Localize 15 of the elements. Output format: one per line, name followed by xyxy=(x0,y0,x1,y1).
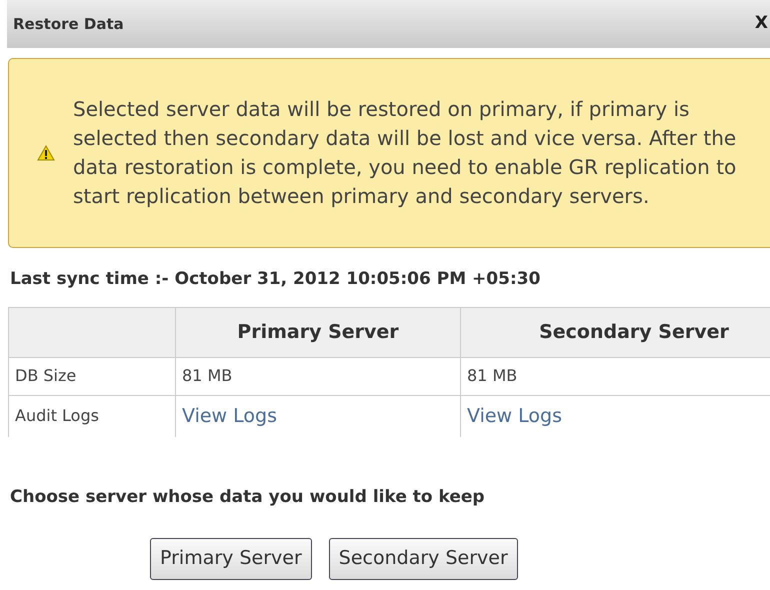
window-title: Restore Data xyxy=(13,14,124,35)
view-logs-link[interactable]: View Logs xyxy=(467,405,562,427)
view-logs-link[interactable]: View Logs xyxy=(182,405,277,427)
warning-message: Selected server data will be restored on primary, if primary is selected then secondary data will be lost and vice versa. After the data restoration is complete, you need to enable GR replication to start replication between primary and secondary servers. xyxy=(73,96,738,210)
server-choice-button[interactable]: Primary Server xyxy=(150,538,312,580)
warning-icon xyxy=(37,145,55,161)
table-cell: 81 MB xyxy=(176,357,460,395)
column-header: Primary Server xyxy=(176,307,460,357)
column-header: Secondary Server xyxy=(460,307,770,357)
instruction-text: Choose server whose data you would like to keep xyxy=(10,486,486,509)
close-button[interactable]: X xyxy=(754,11,768,37)
last-sync-time: Last sync time :- October 31, 2012 10:05:06 PM +05:30 xyxy=(10,268,542,291)
row-label: Audit Logs xyxy=(8,395,176,437)
server-choice-button[interactable]: Secondary Server xyxy=(328,538,518,580)
row-label: DB Size xyxy=(8,357,176,395)
